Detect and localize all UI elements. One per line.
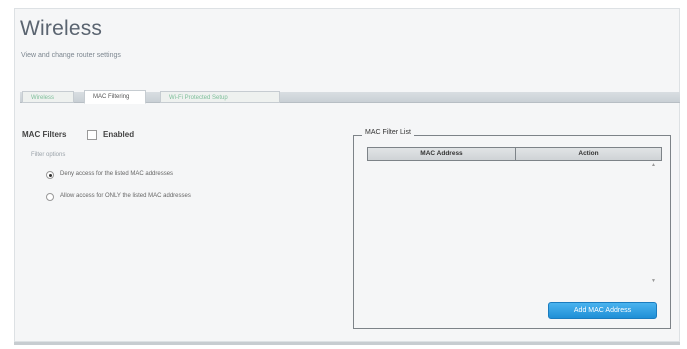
enabled-checkbox[interactable] <box>87 130 97 140</box>
enabled-label: Enabled <box>103 130 135 139</box>
mac-filter-table-body[interactable] <box>367 161 662 286</box>
filter-options-label: Filter options <box>31 152 66 158</box>
add-mac-address-button[interactable]: Add MAC Address <box>548 302 657 319</box>
tab-wifi-protected-setup[interactable]: Wi-Fi Protected Setup <box>160 91 280 103</box>
column-header-mac-address: MAC Address <box>368 148 516 160</box>
panel-bottom-border <box>14 342 680 345</box>
mac-filters-label: MAC Filters <box>22 130 67 139</box>
deny-access-radio[interactable] <box>46 171 54 179</box>
deny-access-label: Deny access for the listed MAC addresses <box>60 171 174 177</box>
scroll-up-arrow-icon[interactable]: ▲ <box>651 162 656 168</box>
page-title: Wireless <box>20 17 103 40</box>
column-header-action: Action <box>578 150 599 157</box>
tab-bar: Wireless MAC Filtering Wi-Fi Protected S… <box>20 82 684 112</box>
tab-wireless[interactable]: Wireless <box>22 91 74 103</box>
page-subtitle: View and change router settings <box>21 52 121 59</box>
mac-filter-table-header: MAC Address Action <box>367 147 662 161</box>
allow-access-label: Allow access for ONLY the listed MAC add… <box>60 193 191 199</box>
tab-mac-filtering[interactable]: MAC Filtering <box>84 90 146 104</box>
mac-filter-list-legend: MAC Filter List <box>362 129 414 136</box>
allow-access-radio[interactable] <box>46 193 54 201</box>
scroll-down-arrow-icon[interactable]: ▼ <box>651 278 656 284</box>
